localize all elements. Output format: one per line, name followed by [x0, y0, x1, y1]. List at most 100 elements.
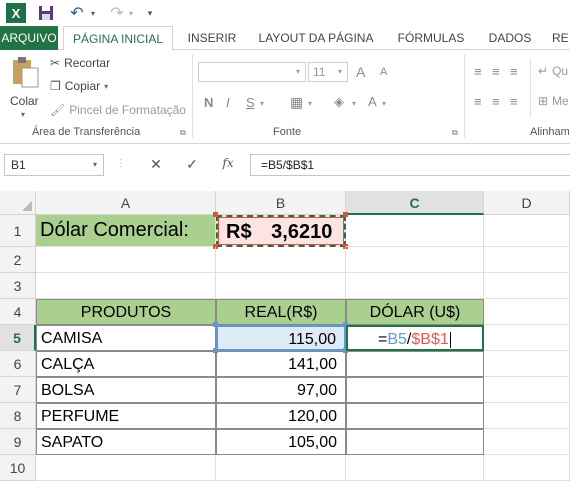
- cell-d7[interactable]: [484, 377, 570, 403]
- cell-c7[interactable]: [346, 377, 484, 403]
- cell-c3[interactable]: [346, 273, 484, 299]
- cell-d4[interactable]: [484, 299, 570, 325]
- column-header-b[interactable]: B: [216, 191, 346, 215]
- borders-icon[interactable]: ▦: [290, 94, 303, 111]
- fill-color-icon[interactable]: ◈: [334, 94, 344, 110]
- row-header-1[interactable]: 1: [0, 215, 36, 247]
- tab-revisao[interactable]: RE: [552, 26, 570, 50]
- cell-d9[interactable]: [484, 429, 570, 455]
- font-name-select[interactable]: [198, 62, 306, 82]
- cell-d3[interactable]: [484, 273, 570, 299]
- cell-a2[interactable]: [36, 247, 216, 273]
- cell-d5[interactable]: [484, 325, 570, 351]
- cell-d2[interactable]: [484, 247, 570, 273]
- row-header-10[interactable]: 10: [0, 455, 36, 481]
- cell-b2[interactable]: [216, 247, 346, 273]
- redo-icon[interactable]: ↷: [106, 3, 128, 23]
- tab-inserir[interactable]: INSERIR: [180, 26, 244, 50]
- cell-a3[interactable]: [36, 273, 216, 299]
- cancel-icon[interactable]: ✕: [146, 156, 166, 174]
- underline-dropdown-icon[interactable]: ▾: [260, 99, 264, 108]
- insert-function-icon[interactable]: fx: [218, 156, 238, 174]
- clipboard-launcher-icon[interactable]: ⧉: [180, 128, 186, 138]
- cell-c5-active[interactable]: =B5/$B$1: [346, 325, 484, 351]
- cut-button[interactable]: ✂ Recortar: [50, 56, 110, 70]
- cell-b4-header[interactable]: REAL(R$): [216, 299, 346, 325]
- column-header-c[interactable]: C: [346, 191, 484, 215]
- cell-b6[interactable]: 141,00: [216, 351, 346, 377]
- paste-button[interactable]: Colar ▾: [6, 56, 44, 119]
- merge-center-button[interactable]: ⊞ Me: [538, 94, 569, 108]
- paste-dropdown-icon[interactable]: ▾: [21, 110, 25, 119]
- font-launcher-icon[interactable]: ⧉: [452, 128, 458, 138]
- borders-dropdown-icon[interactable]: ▾: [308, 99, 312, 108]
- row-header-9[interactable]: 9: [0, 429, 36, 455]
- row-header-6[interactable]: 6: [0, 351, 36, 377]
- cell-a7[interactable]: BOLSA: [36, 377, 216, 403]
- wrap-text-button[interactable]: ↵ Qu: [538, 64, 568, 78]
- b5-ref-handle[interactable]: [213, 322, 218, 327]
- tab-dados[interactable]: DADOS: [482, 26, 538, 50]
- align-middle-icon[interactable]: ≡: [492, 64, 500, 79]
- tab-pagina-inicial[interactable]: PÁGINA INICIAL: [63, 26, 173, 51]
- column-header-d[interactable]: D: [484, 191, 570, 215]
- customize-toolbar-icon[interactable]: ▾: [144, 3, 156, 23]
- row-header-8[interactable]: 8: [0, 403, 36, 429]
- cell-b3[interactable]: [216, 273, 346, 299]
- italic-button[interactable]: I: [226, 95, 230, 110]
- align-bottom-icon[interactable]: ≡: [510, 64, 518, 79]
- save-icon[interactable]: [36, 3, 56, 23]
- cell-a8[interactable]: PERFUME: [36, 403, 216, 429]
- cell-a1[interactable]: Dólar Comercial:: [36, 215, 216, 247]
- cell-b10[interactable]: [216, 455, 346, 481]
- cell-b9[interactable]: 105,00: [216, 429, 346, 455]
- cell-a10[interactable]: [36, 455, 216, 481]
- redo-dropdown-icon[interactable]: ▾: [126, 3, 136, 23]
- align-left-icon[interactable]: ≡: [474, 94, 482, 109]
- cell-a4-header[interactable]: PRODUTOS: [36, 299, 216, 325]
- cell-c10[interactable]: [346, 455, 484, 481]
- cell-c4-header[interactable]: DÓLAR (U$): [346, 299, 484, 325]
- row-header-3[interactable]: 3: [0, 273, 36, 299]
- b1-ref-handle[interactable]: [213, 212, 218, 217]
- cell-c6[interactable]: [346, 351, 484, 377]
- tab-formulas[interactable]: FÓRMULAS: [390, 26, 472, 50]
- align-center-icon[interactable]: ≡: [492, 94, 500, 109]
- enter-icon[interactable]: ✓: [182, 156, 202, 174]
- tab-layout-da-pagina[interactable]: LAYOUT DA PÁGINA: [250, 26, 382, 50]
- cell-d1[interactable]: [484, 215, 570, 247]
- format-painter-button[interactable]: 🖌 Pincel de Formatação: [50, 103, 186, 117]
- align-top-icon[interactable]: ≡: [474, 64, 482, 79]
- formula-input[interactable]: =B5/$B$1: [250, 154, 570, 176]
- cell-c8[interactable]: [346, 403, 484, 429]
- name-box-dropdown-icon[interactable]: ▾: [93, 155, 97, 175]
- tab-arquivo[interactable]: ARQUIVO: [0, 26, 58, 50]
- cell-d10[interactable]: [484, 455, 570, 481]
- select-all-button[interactable]: [0, 191, 36, 215]
- underline-button[interactable]: S: [246, 95, 255, 110]
- row-header-4[interactable]: 4: [0, 299, 36, 325]
- grow-font-icon[interactable]: A: [356, 64, 365, 80]
- cell-b7[interactable]: 97,00: [216, 377, 346, 403]
- font-color-icon[interactable]: A: [368, 94, 377, 109]
- shrink-font-icon[interactable]: A: [380, 66, 387, 78]
- copy-dropdown-icon[interactable]: ▾: [104, 82, 108, 91]
- cell-d8[interactable]: [484, 403, 570, 429]
- cell-c2[interactable]: [346, 247, 484, 273]
- font-name-dropdown-icon[interactable]: ▾: [296, 67, 300, 76]
- undo-dropdown-icon[interactable]: ▾: [88, 3, 98, 23]
- copy-button[interactable]: ❐ Copiar ▾: [50, 79, 108, 93]
- cell-c9[interactable]: [346, 429, 484, 455]
- align-right-icon[interactable]: ≡: [510, 94, 518, 109]
- cell-d6[interactable]: [484, 351, 570, 377]
- cell-b1[interactable]: R$ 3,6210: [216, 215, 346, 247]
- cell-b5[interactable]: 115,00: [216, 325, 346, 351]
- name-box[interactable]: B1 ▾: [4, 154, 104, 176]
- cell-c1[interactable]: [346, 215, 484, 247]
- cell-a6[interactable]: CALÇA: [36, 351, 216, 377]
- row-header-5[interactable]: 5: [0, 325, 36, 351]
- row-header-7[interactable]: 7: [0, 377, 36, 403]
- cell-a5[interactable]: CAMISA: [36, 325, 216, 351]
- font-size-dropdown-icon[interactable]: ▾: [338, 67, 342, 76]
- row-header-2[interactable]: 2: [0, 247, 36, 273]
